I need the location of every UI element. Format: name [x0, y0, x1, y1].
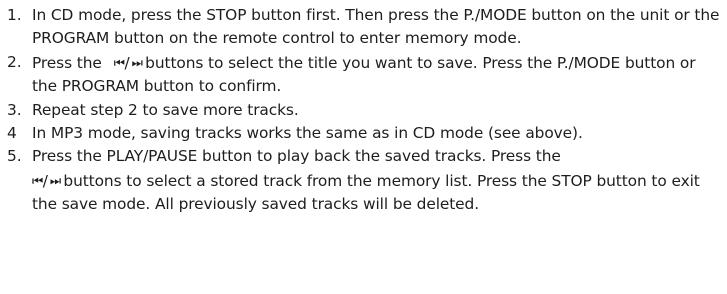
step-text: In MP3 mode, saving tracks works the sam… — [32, 124, 583, 143]
list-item: 5. Press the PLAY/PAUSE button to play b… — [7, 145, 723, 216]
step-text: Press the PLAY/PAUSE button to play back… — [32, 145, 723, 216]
step-number: 2. — [7, 52, 22, 71]
step-text: Press the ⏮ / ⏭ buttons to select the title… — [32, 51, 723, 99]
icon-separator: / — [42, 171, 48, 190]
step-text: In CD mode, press the STOP button first.… — [32, 6, 720, 48]
step-text: Repeat step 2 to save more tracks. — [32, 100, 299, 119]
list-item: 4 In MP3 mode, saving tracks works the s… — [7, 122, 723, 145]
instruction-list: 1. In CD mode, press the STOP button fir… — [7, 4, 723, 217]
step-number: 3. — [7, 100, 22, 119]
step-number: 1. — [7, 6, 22, 24]
list-item: 3. Repeat step 2 to save more tracks. — [7, 99, 723, 122]
skip-next-icon: ⏭ — [49, 172, 61, 188]
skip-previous-icon: ⏮ — [113, 54, 125, 70]
icon-separator: / — [124, 53, 130, 72]
step-text-prefix: Press the PLAY/PAUSE button to play back… — [32, 147, 561, 166]
step-number: 5. — [7, 147, 22, 166]
step-text-suffix: buttons to select a stored track from th… — [32, 171, 700, 214]
list-item: 2. Press the ⏮ / ⏭ buttons to select the ti… — [7, 51, 723, 99]
list-item: 1. In CD mode, press the STOP button fir… — [7, 4, 723, 51]
skip-previous-icon: ⏮ — [32, 172, 43, 188]
step-number: 4 — [7, 124, 17, 143]
step-text-prefix: Press the — [32, 53, 102, 72]
